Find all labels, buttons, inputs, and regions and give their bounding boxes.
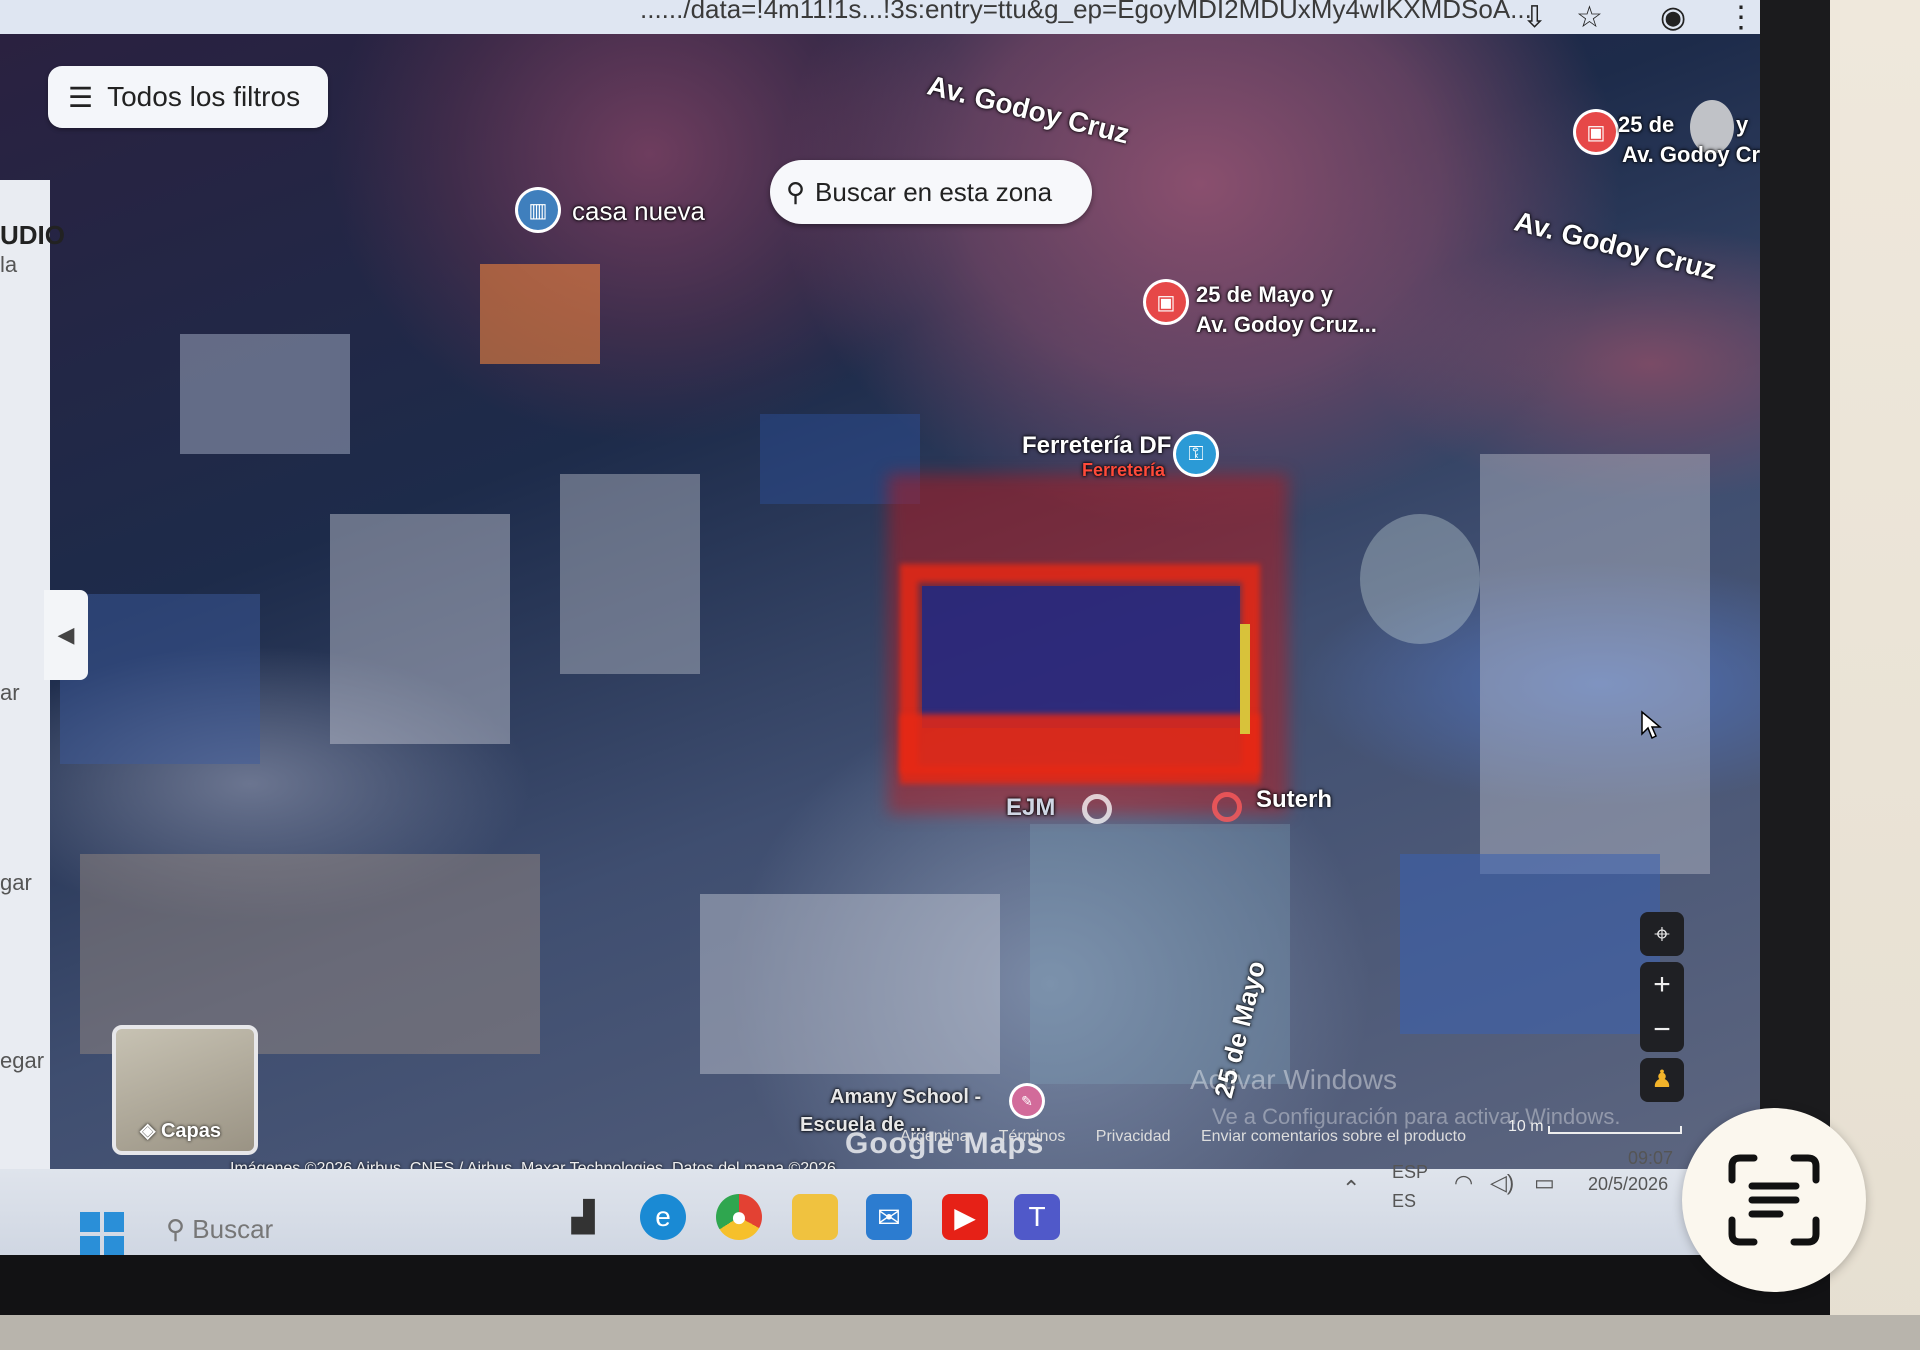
language-code: ESP [1392, 1162, 1429, 1182]
pegman-icon: ♟ [1651, 1066, 1673, 1093]
poi-label-suterh[interactable]: Suterh [1256, 786, 1332, 814]
poi-label-school-line1[interactable]: Amany School - [830, 1086, 981, 1109]
street-label-godoy-cruz: Av. Godoy Cruz [924, 69, 1133, 150]
highlighted-parcel-edge [900, 714, 1260, 774]
clock-time[interactable]: 09:07 [1628, 1148, 1673, 1169]
chevron-left-icon: ◀ [57, 622, 75, 647]
school-icon[interactable]: ✎ [1012, 1086, 1042, 1116]
chrome-browser-icon[interactable]: ● [716, 1194, 762, 1240]
outlook-icon[interactable]: ✉ [866, 1194, 912, 1240]
shopping-bag-icon[interactable]: ⚿ [1176, 434, 1216, 474]
rooftop [60, 594, 260, 764]
mouse-cursor-icon [1641, 710, 1662, 740]
minus-icon: − [1653, 1013, 1671, 1046]
left-side-panel: UDIO la ar gar egar [0, 180, 65, 1180]
zoom-out-button[interactable]: − [1640, 1007, 1684, 1052]
zoom-in-button[interactable]: + [1640, 962, 1684, 1007]
task-view-icon[interactable]: ▟ [560, 1194, 606, 1240]
poi-label-bus-stop-1-line1[interactable]: 25 de Mayo y [1196, 282, 1333, 308]
rooftop [1480, 454, 1710, 874]
scale-label[interactable]: 10 m [1508, 1118, 1544, 1136]
rooftop [80, 854, 540, 1054]
sidebar-partial-text: egar [0, 1048, 45, 1073]
zoom-controls: + − [1640, 962, 1684, 1052]
place-marker-icon[interactable] [1082, 794, 1112, 824]
more-menu-icon[interactable]: ⋮ [1726, 0, 1756, 35]
laptop-bezel-bottom [0, 1255, 1830, 1315]
sidebar-partial-text: UDIO [0, 220, 65, 250]
scale-bar [1548, 1126, 1682, 1134]
collapse-panel-button[interactable]: ◀ [44, 590, 88, 680]
desk-edge [0, 1315, 1920, 1350]
footer-link-country[interactable]: Argentina [900, 1128, 969, 1145]
search-this-area-button[interactable]: ⚲ Buscar en esta zona [770, 160, 1092, 224]
rooftop [1400, 854, 1660, 1034]
url-text[interactable]: ....../data=!4m11!1s...!3s:entry=ttu&g_e… [640, 0, 1532, 25]
footer-link-terms[interactable]: Términos [999, 1128, 1066, 1145]
poi-label-bus-stop-2-line2[interactable]: Av. Godoy Cruz [1622, 142, 1770, 168]
street-view-button[interactable]: ♟ [1640, 1058, 1684, 1102]
taskbar-search[interactable]: ⚲ Buscar [166, 1214, 273, 1245]
install-app-icon[interactable]: ⇩ [1522, 0, 1547, 35]
all-filters-label: Todos los filtros [107, 81, 301, 112]
browser-url-bar[interactable]: ....../data=!4m11!1s...!3s:entry=ttu&g_e… [0, 0, 1780, 34]
museum-icon[interactable]: ▥ [518, 190, 558, 230]
bus-stop-icon[interactable]: ▣ [1576, 112, 1616, 152]
bus-stop-icon[interactable]: ▣ [1146, 282, 1186, 322]
battery-icon[interactable]: ▭ [1534, 1170, 1555, 1196]
layers-icon: ◈ [140, 1120, 161, 1142]
file-explorer-icon[interactable] [792, 1194, 838, 1240]
poi-label-ferreteria[interactable]: Ferretería DF [1022, 432, 1171, 460]
footer-link-feedback[interactable]: Enviar comentarios sobre el producto [1201, 1128, 1466, 1145]
tree-canopy [1360, 514, 1480, 644]
search-this-area-label: Buscar en esta zona [815, 176, 1053, 207]
place-marker-icon[interactable] [1212, 792, 1242, 822]
map-footer-links: Argentina Términos Privacidad Enviar com… [900, 1128, 1492, 1146]
poi-label-bus-stop-2-line1[interactable]: 25 de [1618, 112, 1674, 138]
profile-icon[interactable]: ◉ [1660, 0, 1686, 35]
bookmark-star-icon[interactable]: ☆ [1576, 0, 1603, 35]
rooftop [330, 514, 510, 744]
search-icon: ⚲ [786, 176, 806, 207]
poi-label-bus-stop-1-line2[interactable]: Av. Godoy Cruz... [1196, 312, 1377, 338]
highlighted-parcel-yellow-edge [1240, 624, 1250, 734]
layers-label: Capas [160, 1120, 221, 1142]
rooftop [480, 264, 600, 364]
sidebar-partial-text: ar [0, 680, 20, 705]
laptop-screen: ....../data=!4m11!1s...!3s:entry=ttu&g_e… [0, 0, 1780, 1270]
rooftop [560, 474, 700, 674]
scan-text-button[interactable] [1682, 1108, 1866, 1292]
search-icon: ⚲ [166, 1214, 193, 1244]
street-label-godoy-cruz: Av. Godoy Cruz [1511, 205, 1720, 286]
edge-browser-icon[interactable]: e [640, 1194, 686, 1240]
language-indicator[interactable]: ESP ES [1392, 1162, 1428, 1212]
highlighted-parcel-roof [922, 586, 1240, 728]
rooftop [700, 894, 1000, 1074]
keyboard-layout: ES [1392, 1191, 1417, 1211]
plus-icon: + [1653, 968, 1671, 1001]
my-location-button[interactable]: ⌖ [1640, 912, 1684, 956]
poi-label-bus-stop-2-suffix[interactable]: y [1736, 112, 1748, 138]
tune-icon: ☰ [68, 81, 94, 113]
layers-button[interactable]: ◈ Capas [112, 1025, 258, 1155]
activate-windows-title: Activar Windows [1190, 1064, 1397, 1095]
poi-category-ferreteria: Ferretería [1082, 460, 1166, 480]
footer-link-privacy[interactable]: Privacidad [1096, 1128, 1171, 1145]
clock-date[interactable]: 20/5/2026 [1588, 1174, 1668, 1195]
rooftop [180, 334, 350, 454]
teams-icon[interactable]: T [1014, 1194, 1060, 1240]
windows-start-icon[interactable] [80, 1212, 124, 1256]
text-scan-icon [1728, 1154, 1820, 1246]
wifi-icon[interactable]: ◠ [1454, 1170, 1473, 1196]
crosshair-icon: ⌖ [1654, 918, 1670, 949]
volume-icon[interactable]: ◁) [1490, 1170, 1514, 1196]
all-filters-button[interactable]: ☰ Todos los filtros [48, 66, 328, 128]
sidebar-partial-text: la [0, 252, 18, 277]
poi-label-casa-nueva[interactable]: casa nueva [572, 196, 705, 227]
youtube-icon[interactable]: ▶ [942, 1194, 988, 1240]
tray-overflow-icon[interactable]: ⌃ [1342, 1176, 1360, 1202]
poi-label-ejm[interactable]: EJM [1006, 794, 1055, 822]
sidebar-partial-text: gar [0, 870, 32, 895]
taskbar-search-placeholder: Buscar [192, 1214, 274, 1244]
